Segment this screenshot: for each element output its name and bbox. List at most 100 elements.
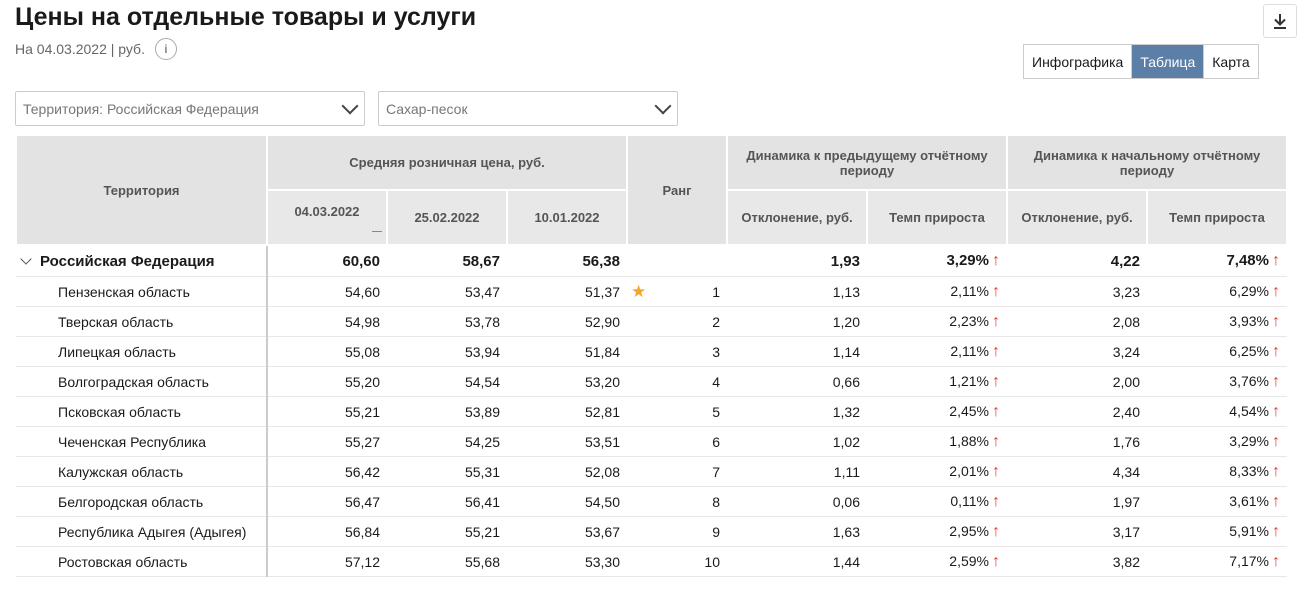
row-territory[interactable]: Белгородская область <box>16 486 268 517</box>
arrow-up-icon: ↑ <box>1272 402 1280 420</box>
cell-price-3: 53,67 <box>507 516 627 547</box>
growth-value: 2,95% <box>949 522 989 539</box>
cell-growth-prev: 2,01% ↑ <box>867 456 1007 487</box>
cell-price-1: 55,20 <box>267 366 387 397</box>
arrow-up-icon: ↑ <box>992 372 1000 390</box>
download-button[interactable] <box>1263 4 1297 38</box>
header-date-1[interactable]: 04.03.2022 <box>266 189 388 246</box>
row-territory[interactable]: Волгоградская область <box>16 366 268 397</box>
growth-value: 2,01% <box>949 462 989 479</box>
cell-deviation-start: 2,00 <box>1007 366 1147 397</box>
row-territory[interactable]: Липецкая область <box>16 336 268 367</box>
rank-value: 8 <box>712 493 720 510</box>
header-rank[interactable]: Ранг <box>626 134 728 246</box>
cell-price-1: 57,12 <box>267 546 387 577</box>
header-deviation-prev[interactable]: Отклонение, руб. <box>726 189 868 246</box>
table-row[interactable]: Ростовская область 57,12 55,68 53,30 10 1,44 2… <box>16 546 1287 577</box>
subtitle-text: На 04.03.2022 | руб. <box>15 41 145 57</box>
cell-price-2: 54,54 <box>387 366 507 397</box>
product-select[interactable]: Сахар-песок <box>378 91 678 126</box>
growth-value: 8,33% <box>1229 462 1269 479</box>
cell-deviation-prev: 0,06 <box>727 486 867 517</box>
table-row[interactable]: Чеченская Республика 55,27 54,25 53,51 6 1,02… <box>16 426 1287 457</box>
row-territory[interactable]: Чеченская Республика <box>16 426 268 457</box>
table-row[interactable]: Липецкая область 55,08 53,94 51,84 3 1,14 2,11… <box>16 336 1287 367</box>
chevron-down-icon[interactable] <box>20 252 32 265</box>
cell-price-1: 56,84 <box>267 516 387 547</box>
arrow-up-icon: ↑ <box>992 522 1000 540</box>
cell-growth-start: 7,17% ↑ <box>1147 546 1287 577</box>
arrow-up-icon: ↑ <box>1272 552 1280 570</box>
arrow-up-icon: ↑ <box>992 462 1000 480</box>
growth-value: 3,29% <box>1229 432 1269 449</box>
info-icon[interactable]: i <box>154 38 177 60</box>
growth-value: 1,21% <box>949 372 989 389</box>
arrow-up-icon: ↑ <box>992 252 1000 269</box>
table-row[interactable]: Белгородская область 56,47 56,41 54,50 8 0,06… <box>16 486 1287 517</box>
row-territory[interactable]: Калужская область <box>16 456 268 487</box>
growth-value: 2,11% <box>950 342 989 359</box>
table-row[interactable]: Республика Адыгея (Адыгея) 56,84 55,21 53,6… <box>16 516 1287 547</box>
prices-table: Территория Средняя розничная цена, руб. … <box>15 134 1288 577</box>
growth-value: 2,45% <box>949 402 989 419</box>
table-row[interactable]: Калужская область 56,42 55,31 52,08 7 1,11 2,0… <box>16 456 1287 487</box>
row-territory[interactable]: Ростовская область <box>16 546 268 577</box>
cell-growth-start: 3,76% ↑ <box>1147 366 1287 397</box>
rank-value: 1 <box>712 283 720 300</box>
view-option-map[interactable]: Карта <box>1204 45 1257 78</box>
cell-price-1: 54,98 <box>267 306 387 337</box>
cell-deviation-prev: 1,32 <box>727 396 867 427</box>
table-row[interactable]: Волгоградская область 55,20 54,54 53,20 4 0,6… <box>16 366 1287 397</box>
cell-price-2: 58,67 <box>387 245 507 277</box>
cell-price-3: 52,90 <box>507 306 627 337</box>
cell-growth-start: 6,25% ↑ <box>1147 336 1287 367</box>
table-row[interactable]: Пензенская область 54,60 53,47 51,37 ★ 1 1,13 2… <box>16 276 1287 307</box>
arrow-up-icon: ↑ <box>1272 252 1280 269</box>
cell-price-1: 56,42 <box>267 456 387 487</box>
territory-select-value: Территория: Российская Федерация <box>23 100 259 117</box>
cell-growth-start: 3,93% ↑ <box>1147 306 1287 337</box>
cell-deviation-start: 2,40 <box>1007 396 1147 427</box>
cell-growth-prev: 3,29% ↑ <box>867 245 1007 277</box>
header-date-1-label: 04.03.2022 <box>294 203 360 219</box>
arrow-up-icon: ↑ <box>992 492 1000 510</box>
cell-deviation-prev: 1,44 <box>727 546 867 577</box>
header-date-2[interactable]: 25.02.2022 <box>386 189 508 246</box>
growth-value: 2,11% <box>950 282 989 299</box>
row-territory-label: Российская Федерация <box>40 252 215 270</box>
header-prev-period: Динамика к предыдущему отчётному периоду <box>726 134 1008 191</box>
rank-value: 3 <box>712 343 720 360</box>
cell-price-2: 53,94 <box>387 336 507 367</box>
arrow-up-icon: ↑ <box>1272 492 1280 510</box>
header-growth-start[interactable]: Темп прироста <box>1146 189 1288 246</box>
cell-rank: 2 <box>627 306 727 337</box>
arrow-up-icon: ↑ <box>992 342 1000 360</box>
cell-rank: 4 <box>627 366 727 397</box>
table-row[interactable]: Тверская область 54,98 53,78 52,90 2 1,20 2,23… <box>16 306 1287 337</box>
arrow-up-icon: ↑ <box>1272 432 1280 450</box>
cell-deviation-prev: 1,14 <box>727 336 867 367</box>
cell-price-3: 53,30 <box>507 546 627 577</box>
header-territory[interactable]: Территория <box>15 134 268 246</box>
cell-deviation-start: 3,17 <box>1007 516 1147 547</box>
arrow-up-icon: ↑ <box>992 432 1000 450</box>
cell-deviation-start: 1,76 <box>1007 426 1147 457</box>
view-option-table[interactable]: Таблица <box>1132 45 1205 78</box>
cell-rank: 10 <box>627 546 727 577</box>
table-row[interactable]: Псковская область 55,21 53,89 52,81 5 1,32 2,4… <box>16 396 1287 427</box>
row-territory[interactable]: Тверская область <box>16 306 268 337</box>
header-growth-prev[interactable]: Темп прироста <box>866 189 1008 246</box>
header-deviation-start[interactable]: Отклонение, руб. <box>1006 189 1148 246</box>
row-territory[interactable]: Российская Федерация <box>16 245 268 277</box>
cell-deviation-prev: 1,11 <box>727 456 867 487</box>
arrow-up-icon: ↑ <box>992 552 1000 570</box>
header-date-3[interactable]: 10.01.2022 <box>506 189 628 246</box>
row-territory[interactable]: Псковская область <box>16 396 268 427</box>
cell-deviation-prev: 1,02 <box>727 426 867 457</box>
table-row-total[interactable]: Российская Федерация 60,60 58,67 56,38 1… <box>16 245 1287 277</box>
header-start-period: Динамика к начальному отчётному периоду <box>1006 134 1288 191</box>
territory-select[interactable]: Территория: Российская Федерация <box>15 91 365 126</box>
row-territory[interactable]: Пензенская область <box>16 276 268 307</box>
view-option-infographic[interactable]: Инфографика <box>1024 45 1133 78</box>
row-territory[interactable]: Республика Адыгея (Адыгея) <box>16 516 268 547</box>
